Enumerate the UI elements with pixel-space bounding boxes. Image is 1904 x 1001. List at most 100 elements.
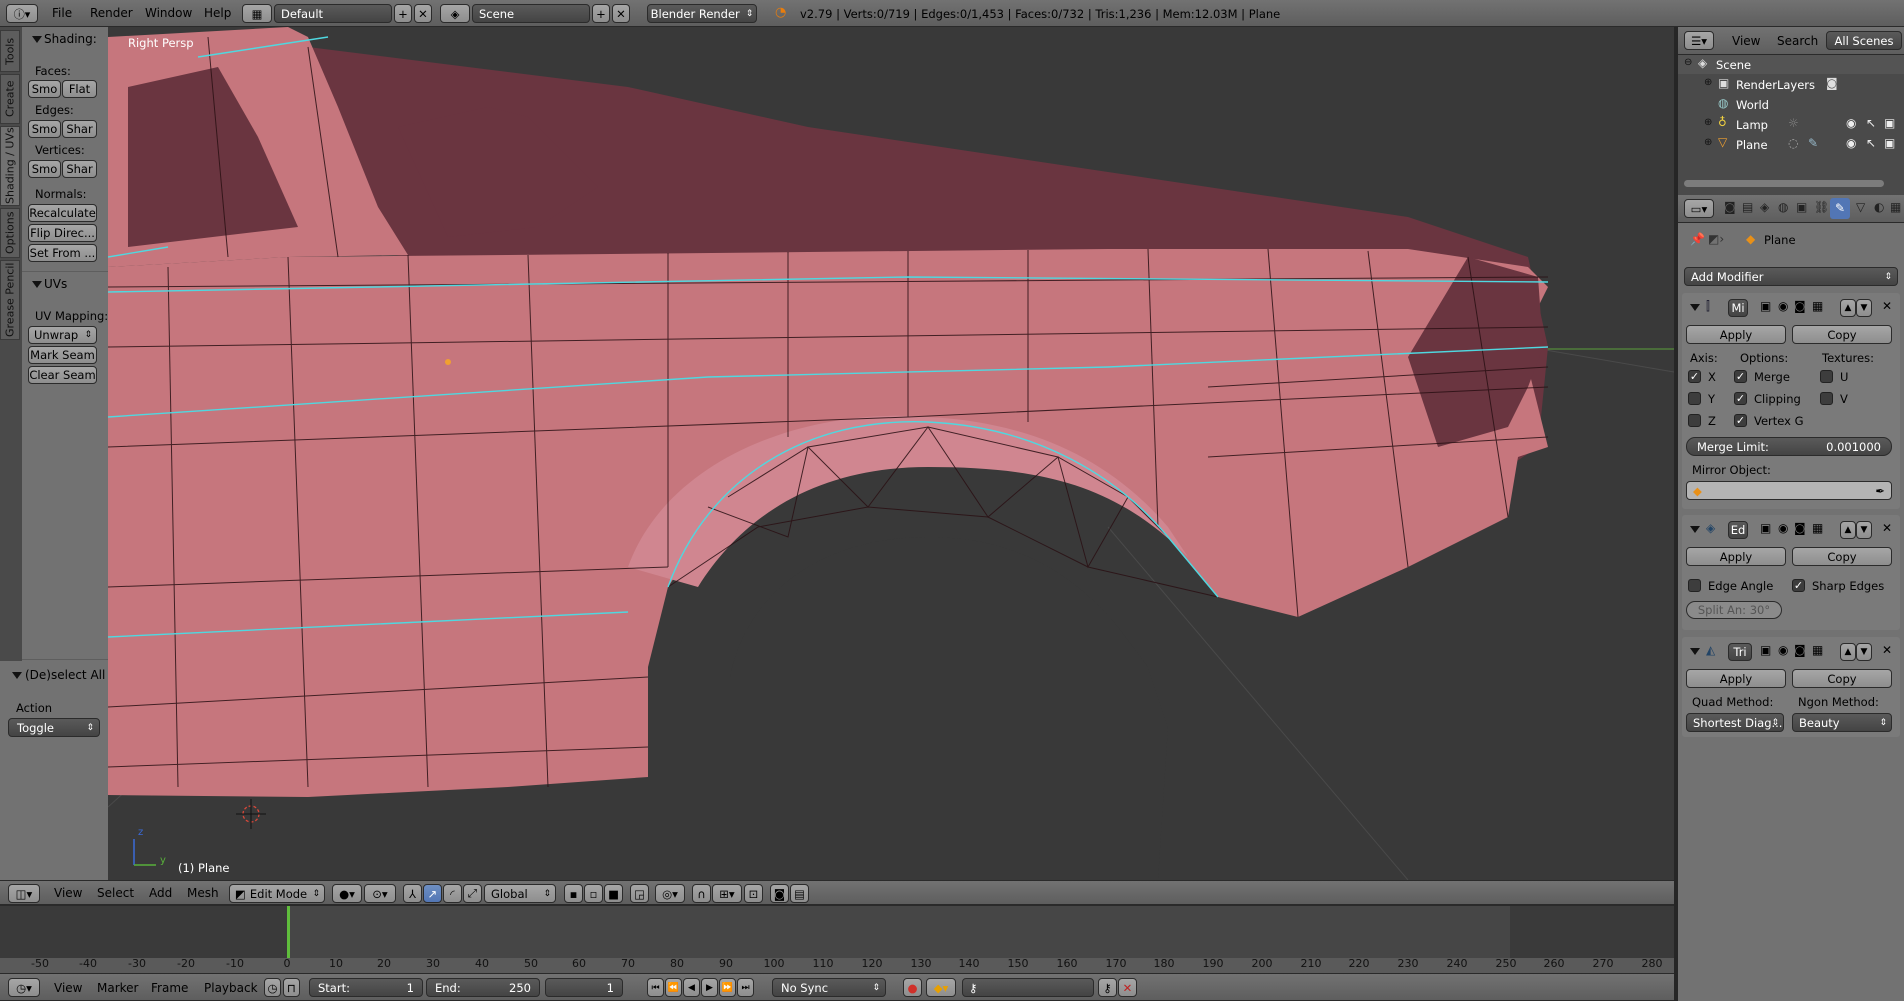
outliner-scrollbar[interactable] xyxy=(1684,180,1884,187)
apply-button[interactable]: Apply xyxy=(1686,547,1786,566)
axis-x-checkbox[interactable]: ✓ xyxy=(1688,370,1701,383)
world-tab-icon[interactable]: ◍ xyxy=(1778,200,1788,214)
face-select-mode-button[interactable]: ■ xyxy=(604,884,623,903)
vertices-smooth-button[interactable]: Smo xyxy=(28,160,61,178)
pin-icon[interactable]: 📌 xyxy=(1690,232,1705,246)
play-reverse-button[interactable]: ◀ xyxy=(683,978,700,997)
modifier-name-field[interactable]: Mi xyxy=(1728,299,1748,317)
menu-help[interactable]: Help xyxy=(204,6,231,20)
menu-window[interactable]: Window xyxy=(145,6,192,20)
play-button[interactable]: ▶ xyxy=(701,978,718,997)
menu-playback[interactable]: Playback xyxy=(204,981,258,995)
collapse-triangle-icon[interactable] xyxy=(1690,648,1700,655)
layout-add-button[interactable]: + xyxy=(394,4,412,23)
copy-button[interactable]: Copy xyxy=(1792,547,1892,566)
active-keying-set-field[interactable]: ⚷ xyxy=(962,978,1094,997)
edge-angle-checkbox[interactable] xyxy=(1688,579,1701,592)
clipping-checkbox[interactable]: ✓ xyxy=(1734,392,1747,405)
editmode-toggle-icon[interactable]: ▣ xyxy=(1760,643,1771,657)
faces-smooth-button[interactable]: Smo xyxy=(28,80,61,98)
orientation-dropdown[interactable]: Global ⇕ xyxy=(484,884,556,903)
set-from-faces-button[interactable]: Set From ... xyxy=(28,244,97,262)
axis-z-checkbox[interactable] xyxy=(1688,414,1701,427)
menu-select[interactable]: Select xyxy=(97,886,134,900)
viewport-shading-dropdown[interactable]: ●▾ xyxy=(332,884,362,903)
split-angle-field[interactable]: Split An: 30° xyxy=(1686,601,1782,619)
cage-icon[interactable]: ▦ xyxy=(1812,521,1823,535)
editor-type-button[interactable]: ◷▾ xyxy=(8,978,40,997)
eye-icon[interactable]: ◉ xyxy=(1778,521,1788,535)
material-tab-icon[interactable]: ◐ xyxy=(1874,200,1884,214)
tab-options[interactable]: Options xyxy=(0,208,20,258)
start-frame-field[interactable]: Start: 1 xyxy=(309,978,423,997)
render-layer-toggle-icon[interactable]: ◙ xyxy=(1826,76,1838,90)
cursor-select-icon[interactable]: ↖ xyxy=(1866,116,1876,130)
scene-name-field[interactable]: Scene xyxy=(472,4,590,23)
axis-y-checkbox[interactable] xyxy=(1688,392,1701,405)
render-camera-icon[interactable]: ◙ xyxy=(1794,643,1806,657)
layout-selector-button[interactable]: ▦ xyxy=(242,4,272,23)
menu-file[interactable]: File xyxy=(52,6,72,20)
texture-tab-icon[interactable]: ▦ xyxy=(1890,200,1901,214)
cursor-select-icon[interactable]: ↖ xyxy=(1866,136,1876,150)
render-camera-icon[interactable]: ▣ xyxy=(1884,116,1895,130)
menu-mesh[interactable]: Mesh xyxy=(187,886,219,900)
panel-title-uvs[interactable]: UVs xyxy=(44,277,67,291)
cage-icon[interactable]: ▦ xyxy=(1812,643,1823,657)
end-frame-field[interactable]: End: 250 xyxy=(426,978,540,997)
menu-frame[interactable]: Frame xyxy=(151,981,188,995)
collapse-triangle-icon[interactable] xyxy=(1690,526,1700,533)
rotate-manipulator-button[interactable]: ◜ xyxy=(443,884,462,903)
expand-icon[interactable]: ⊕ xyxy=(1704,117,1712,128)
move-down-button[interactable]: ▼ xyxy=(1856,643,1872,661)
editmode-toggle-icon[interactable]: ▣ xyxy=(1760,299,1771,313)
close-icon[interactable]: ✕ xyxy=(1882,299,1892,313)
close-icon[interactable]: ✕ xyxy=(1882,521,1892,535)
modifiers-tab[interactable]: ✎ xyxy=(1830,198,1850,219)
jump-keyframe-back-button[interactable]: ⏪ xyxy=(665,978,682,997)
texture-u-checkbox[interactable] xyxy=(1820,370,1833,383)
sync-mode-dropdown[interactable]: No Sync ⇕ xyxy=(772,978,886,997)
vertex-groups-checkbox[interactable]: ✓ xyxy=(1734,414,1747,427)
collapse-triangle-icon[interactable] xyxy=(1690,304,1700,311)
scene-close-button[interactable]: ✕ xyxy=(612,4,630,23)
eye-icon[interactable]: ◉ xyxy=(1778,643,1788,657)
collapse-triangle-icon[interactable] xyxy=(32,36,42,43)
jump-start-button[interactable]: ⏮ xyxy=(647,978,664,997)
render-camera-icon[interactable]: ▣ xyxy=(1884,136,1895,150)
move-up-button[interactable]: ▲ xyxy=(1840,299,1856,317)
scene-add-button[interactable]: + xyxy=(592,4,610,23)
clear-seam-button[interactable]: Clear Seam xyxy=(28,366,97,384)
move-down-button[interactable]: ▼ xyxy=(1856,299,1872,317)
panel-title-shading[interactable]: Shading: xyxy=(44,32,97,46)
tab-grease-pencil[interactable]: Grease Pencil xyxy=(0,260,20,340)
editor-type-button[interactable]: ◫▾ xyxy=(8,884,40,903)
lock-range-button[interactable]: ⊓ xyxy=(283,978,300,997)
constraints-tab-icon[interactable]: ⛓ xyxy=(1814,200,1829,214)
render-button[interactable]: ◙ xyxy=(770,884,789,903)
proportional-edit-dropdown[interactable]: ◎▾ xyxy=(655,884,685,903)
copy-button[interactable]: Copy xyxy=(1792,325,1892,344)
snap-target-button[interactable]: ⊡ xyxy=(744,884,763,903)
vertices-sharp-button[interactable]: Shar xyxy=(62,160,97,178)
edge-select-mode-button[interactable]: ▫ xyxy=(584,884,603,903)
record-button[interactable]: ● xyxy=(903,978,922,997)
scene-tab-icon[interactable]: ◈ xyxy=(1760,200,1769,214)
collapse-triangle-icon[interactable] xyxy=(32,281,42,288)
jump-keyframe-forward-button[interactable]: ⏩ xyxy=(719,978,736,997)
insert-keyframe-button[interactable]: ⚷ xyxy=(1098,978,1117,997)
edges-sharp-button[interactable]: Shar xyxy=(62,120,97,138)
tab-shading-uvs[interactable]: Shading / UVs xyxy=(0,126,20,206)
quad-method-dropdown[interactable]: Shortest Diag... ⇕ xyxy=(1686,713,1784,732)
manipulator-toggle[interactable]: ⅄ xyxy=(403,884,422,903)
close-icon[interactable]: ✕ xyxy=(1882,643,1892,657)
recalculate-button[interactable]: Recalculate xyxy=(28,204,97,222)
add-modifier-dropdown[interactable]: Add Modifier ⇕ xyxy=(1684,267,1898,286)
menu-search[interactable]: Search xyxy=(1777,34,1818,48)
eye-icon[interactable]: ◉ xyxy=(1846,116,1856,130)
menu-render[interactable]: Render xyxy=(90,6,133,20)
collapse-triangle-icon[interactable] xyxy=(12,672,22,679)
scale-manipulator-button[interactable]: ⤢ xyxy=(463,884,482,903)
pivot-point-dropdown[interactable]: ⊙▾ xyxy=(364,884,396,903)
outliner-row-lamp[interactable]: ⊕ ♁ Lamp ☼ ◉ ↖ ▣ xyxy=(1678,115,1904,134)
